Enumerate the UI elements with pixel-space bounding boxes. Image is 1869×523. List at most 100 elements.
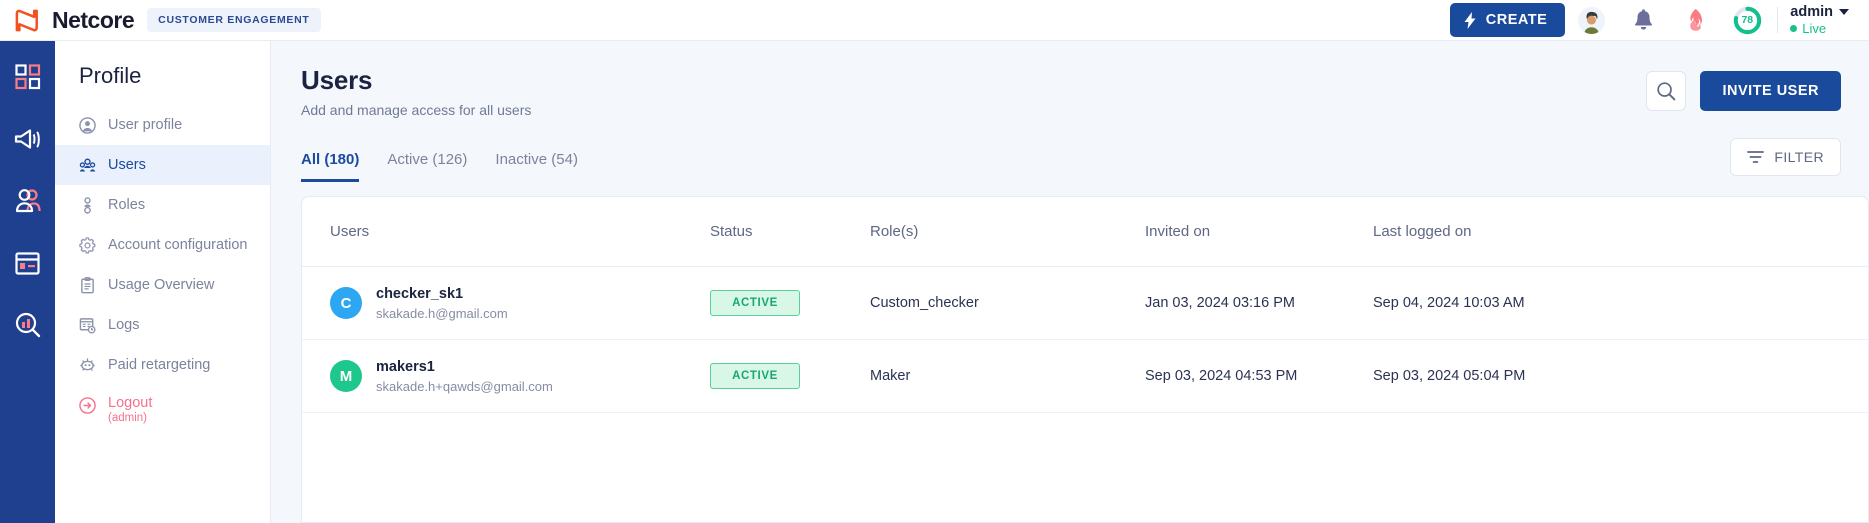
invite-user-button[interactable]: INVITE USER xyxy=(1700,71,1841,111)
table-header-row: Users Status Role(s) Invited on Last log… xyxy=(302,197,1868,267)
logout-arrow-icon xyxy=(79,397,96,414)
sidebar-item-label: User profile xyxy=(108,117,183,133)
analytics-search-icon xyxy=(15,312,40,338)
account-status: Live xyxy=(1790,21,1849,36)
rail-item-campaigns[interactable] xyxy=(0,115,55,163)
sidebar-item-logs[interactable]: Logs xyxy=(55,305,270,345)
page-subtitle: Add and manage access for all users xyxy=(301,102,532,118)
user-email: skakade.h@gmail.com xyxy=(376,305,508,321)
sidebar-item-label: Account configuration xyxy=(108,237,248,253)
logout-button[interactable]: Logout (admin) xyxy=(55,385,270,424)
search-button[interactable] xyxy=(1646,71,1687,111)
audience-users-icon xyxy=(15,189,41,213)
main-content: Users Add and manage access for all user… xyxy=(271,41,1869,523)
rail-item-dashboard[interactable] xyxy=(0,53,55,101)
table-row[interactable]: M makers1 skakade.h+qawds@gmail.com ACTI… xyxy=(302,339,1868,413)
page-header: Users Add and manage access for all user… xyxy=(271,41,1869,118)
top-bar-divider xyxy=(1777,7,1779,33)
logs-clock-icon xyxy=(79,317,96,334)
profile-nav-title: Profile xyxy=(79,63,142,88)
app-root: Netcore CUSTOMER ENGAGEMENT CREATE 78 ad… xyxy=(0,0,1869,523)
cell-invited-on: Jan 03, 2024 03:16 PM xyxy=(1145,266,1373,340)
streak-button[interactable] xyxy=(1669,0,1721,41)
table-row[interactable]: C checker_sk1 skakade.h@gmail.com ACTIVE xyxy=(302,266,1868,340)
cell-user: C checker_sk1 skakade.h@gmail.com xyxy=(302,266,710,340)
tab-inactive[interactable]: Inactive (54) xyxy=(495,151,578,182)
rail-item-audience[interactable] xyxy=(0,177,55,225)
gear-account-icon xyxy=(79,236,96,253)
tab-all[interactable]: All (180) xyxy=(301,151,360,182)
user-avatar-button[interactable] xyxy=(1565,0,1617,41)
tab-active[interactable]: Active (126) xyxy=(387,151,467,182)
avatar: M xyxy=(330,360,362,392)
retargeting-icon xyxy=(80,357,95,371)
score-ring-button[interactable]: 78 xyxy=(1721,0,1773,41)
column-header-users: Users xyxy=(302,197,710,267)
tabs-row: All (180) Active (126) Inactive (54) FIL… xyxy=(271,118,1869,182)
account-name: admin xyxy=(1790,4,1833,20)
filter-button[interactable]: FILTER xyxy=(1730,138,1841,176)
page-header-actions: INVITE USER xyxy=(1646,65,1841,111)
chevron-down-icon xyxy=(1839,9,1849,15)
cell-last-logged-on: Sep 03, 2024 05:04 PM xyxy=(1373,339,1868,413)
users-table-head: Users Status Role(s) Invited on Last log… xyxy=(302,197,1868,267)
user-name: makers1 xyxy=(376,358,435,375)
sidebar-item-label: Logs xyxy=(108,317,140,333)
sidebar-item-label: Roles xyxy=(108,197,146,213)
sidebar-item-user-profile[interactable]: User profile xyxy=(55,105,270,145)
users-group-icon xyxy=(79,158,96,172)
filter-button-label: FILTER xyxy=(1774,149,1824,165)
cell-user: M makers1 skakade.h+qawds@gmail.com xyxy=(302,339,710,413)
sidebar-item-roles[interactable]: Roles xyxy=(55,185,270,225)
templates-layout-icon xyxy=(15,251,40,275)
tabs: All (180) Active (126) Inactive (54) xyxy=(301,151,578,182)
create-button-label: CREATE xyxy=(1485,12,1548,28)
cell-role: Custom_checker xyxy=(870,266,1145,340)
streak-flame-icon xyxy=(1689,9,1702,31)
user-avatar-icon xyxy=(1577,6,1605,34)
cell-role: Maker xyxy=(870,339,1145,413)
page-title: Users xyxy=(301,65,373,95)
brand[interactable]: Netcore CUSTOMER ENGAGEMENT xyxy=(14,8,321,33)
sidebar-item-paid-retargeting[interactable]: Paid retargeting xyxy=(55,345,270,385)
column-header-invited-on: Invited on xyxy=(1145,197,1373,267)
sidebar-item-account-configuration[interactable]: Account configuration xyxy=(55,225,270,265)
status-badge: ACTIVE xyxy=(710,290,800,316)
rail-item-templates[interactable] xyxy=(0,239,55,287)
account-menu[interactable]: admin Live xyxy=(1790,4,1853,36)
score-ring-value: 78 xyxy=(1741,14,1754,26)
logout-label: Logout xyxy=(108,395,153,411)
users-table-body: C checker_sk1 skakade.h@gmail.com ACTIVE xyxy=(302,266,1868,413)
status-badge: ACTIVE xyxy=(710,363,800,389)
column-header-status: Status xyxy=(710,197,870,267)
sidebar-item-label: Usage Overview xyxy=(108,277,215,293)
avatar: C xyxy=(330,287,362,319)
account-name-row: admin xyxy=(1790,4,1849,20)
user-name: checker_sk1 xyxy=(376,285,464,302)
top-bar-actions: CREATE 78 admin Live xyxy=(1449,0,1853,41)
brand-name: Netcore xyxy=(52,6,135,33)
user-identity: C checker_sk1 skakade.h@gmail.com xyxy=(330,286,710,321)
netcore-n-logo-icon xyxy=(15,9,38,31)
filter-icon xyxy=(1747,151,1765,163)
rail-item-analytics[interactable] xyxy=(0,301,55,349)
primary-nav-rail xyxy=(0,41,55,523)
notifications-button[interactable] xyxy=(1617,0,1669,41)
cell-last-logged-on: Sep 04, 2024 10:03 AM xyxy=(1373,266,1868,340)
cell-invited-on: Sep 03, 2024 04:53 PM xyxy=(1145,339,1373,413)
user-circle-icon xyxy=(79,116,96,134)
create-button[interactable]: CREATE xyxy=(1449,3,1566,37)
column-header-roles: Role(s) xyxy=(870,197,1145,267)
cell-status: ACTIVE xyxy=(710,339,870,413)
role-person-icon xyxy=(84,196,91,214)
profile-nav: Profile User profile Users Roles Account… xyxy=(55,41,271,523)
sidebar-item-label: Users xyxy=(108,157,146,173)
campaigns-megaphone-icon xyxy=(14,129,40,149)
top-bar: Netcore CUSTOMER ENGAGEMENT CREATE 78 ad… xyxy=(0,0,1869,41)
user-email: skakade.h+qawds@gmail.com xyxy=(376,378,553,394)
sidebar-item-users[interactable]: Users xyxy=(55,145,270,185)
notifications-bell-icon xyxy=(1634,8,1652,30)
sidebar-item-usage-overview[interactable]: Usage Overview xyxy=(55,265,270,305)
cell-status: ACTIVE xyxy=(710,266,870,340)
column-header-last-logged-on: Last logged on xyxy=(1373,197,1868,267)
